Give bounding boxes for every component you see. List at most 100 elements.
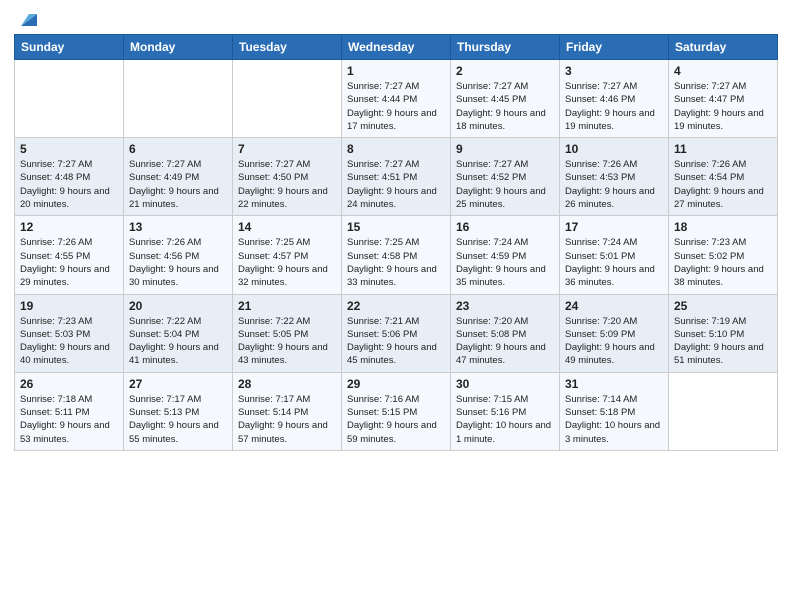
calendar-cell: 30 Sunrise: 7:15 AMSunset: 5:16 PMDayligh… xyxy=(451,372,560,450)
calendar-cell: 16Sunrise: 7:24 AMSunset: 4:59 PMDayligh… xyxy=(451,216,560,294)
day-number: 6 xyxy=(129,142,227,156)
calendar-cell: 7Sunrise: 7:27 AMSunset: 4:50 PMDaylight… xyxy=(233,138,342,216)
day-info: Sunrise: 7:26 AMSunset: 4:56 PMDaylight:… xyxy=(129,236,227,289)
day-info: Sunrise: 7:26 AMSunset: 4:54 PMDaylight:… xyxy=(674,158,772,211)
day-info: Sunrise: 7:27 AMSunset: 4:45 PMDaylight:… xyxy=(456,80,554,133)
day-number: 27 xyxy=(129,377,227,391)
day-number: 20 xyxy=(129,299,227,313)
calendar-cell: 17 Sunrise: 7:24 AMSunset: 5:01 PMDayligh… xyxy=(560,216,669,294)
day-info: Sunrise: 7:23 AMSunset: 5:02 PMDaylight:… xyxy=(674,236,772,289)
calendar-cell: 19Sunrise: 7:23 AMSunset: 5:03 PMDayligh… xyxy=(15,294,124,372)
calendar-cell xyxy=(15,60,124,138)
calendar-cell: 20 Sunrise: 7:22 AMSunset: 5:04 PMDayligh… xyxy=(124,294,233,372)
day-info: Sunrise: 7:22 AMSunset: 5:04 PMDaylight:… xyxy=(129,315,227,368)
day-info: Sunrise: 7:27 AMSunset: 4:44 PMDaylight:… xyxy=(347,80,445,133)
calendar-week-2: 5Sunrise: 7:27 AMSunset: 4:48 PMDaylight… xyxy=(15,138,778,216)
day-info: Sunrise: 7:17 AMSunset: 5:14 PMDaylight:… xyxy=(238,393,336,446)
calendar-week-5: 26Sunrise: 7:18 AMSunset: 5:11 PMDayligh… xyxy=(15,372,778,450)
calendar-cell: 14 Sunrise: 7:25 AMSunset: 4:57 PMDayligh… xyxy=(233,216,342,294)
page: SundayMondayTuesdayWednesdayThursdayFrid… xyxy=(0,0,792,612)
day-info: Sunrise: 7:25 AMSunset: 4:58 PMDaylight:… xyxy=(347,236,445,289)
calendar-cell: 24 Sunrise: 7:20 AMSunset: 5:09 PMDayligh… xyxy=(560,294,669,372)
header xyxy=(14,10,778,26)
day-info: Sunrise: 7:20 AMSunset: 5:08 PMDaylight:… xyxy=(456,315,554,368)
day-info: Sunrise: 7:15 AMSunset: 5:16 PMDaylight:… xyxy=(456,393,554,446)
day-number: 11 xyxy=(674,142,772,156)
day-number: 9 xyxy=(456,142,554,156)
day-info: Sunrise: 7:26 AMSunset: 4:53 PMDaylight:… xyxy=(565,158,663,211)
day-info: Sunrise: 7:24 AMSunset: 5:01 PMDaylight:… xyxy=(565,236,663,289)
day-number: 10 xyxy=(565,142,663,156)
logo-icon xyxy=(15,8,37,30)
calendar-cell: 26Sunrise: 7:18 AMSunset: 5:11 PMDayligh… xyxy=(15,372,124,450)
calendar-week-3: 12Sunrise: 7:26 AMSunset: 4:55 PMDayligh… xyxy=(15,216,778,294)
day-info: Sunrise: 7:26 AMSunset: 4:55 PMDaylight:… xyxy=(20,236,118,289)
day-number: 1 xyxy=(347,64,445,78)
calendar-cell: 23Sunrise: 7:20 AMSunset: 5:08 PMDayligh… xyxy=(451,294,560,372)
weekday-header-sunday: Sunday xyxy=(15,35,124,60)
calendar-cell: 4Sunrise: 7:27 AMSunset: 4:47 PMDaylight… xyxy=(669,60,778,138)
calendar-cell: 2 Sunrise: 7:27 AMSunset: 4:45 PMDaylight… xyxy=(451,60,560,138)
day-info: Sunrise: 7:17 AMSunset: 5:13 PMDaylight:… xyxy=(129,393,227,446)
calendar-cell: 15 Sunrise: 7:25 AMSunset: 4:58 PMDayligh… xyxy=(342,216,451,294)
day-number: 22 xyxy=(347,299,445,313)
calendar-cell: 12Sunrise: 7:26 AMSunset: 4:55 PMDayligh… xyxy=(15,216,124,294)
day-number: 14 xyxy=(238,220,336,234)
day-number: 17 xyxy=(565,220,663,234)
day-number: 24 xyxy=(565,299,663,313)
weekday-header-row: SundayMondayTuesdayWednesdayThursdayFrid… xyxy=(15,35,778,60)
calendar-cell: 28 Sunrise: 7:17 AMSunset: 5:14 PMDayligh… xyxy=(233,372,342,450)
calendar-cell: 10 Sunrise: 7:26 AMSunset: 4:53 PMDayligh… xyxy=(560,138,669,216)
calendar-cell: 3 Sunrise: 7:27 AMSunset: 4:46 PMDaylight… xyxy=(560,60,669,138)
day-number: 7 xyxy=(238,142,336,156)
day-number: 28 xyxy=(238,377,336,391)
day-info: Sunrise: 7:27 AMSunset: 4:48 PMDaylight:… xyxy=(20,158,118,211)
calendar: SundayMondayTuesdayWednesdayThursdayFrid… xyxy=(14,34,778,451)
day-number: 13 xyxy=(129,220,227,234)
calendar-week-1: 1 Sunrise: 7:27 AMSunset: 4:44 PMDaylight… xyxy=(15,60,778,138)
calendar-cell: 5Sunrise: 7:27 AMSunset: 4:48 PMDaylight… xyxy=(15,138,124,216)
day-number: 3 xyxy=(565,64,663,78)
calendar-cell: 6 Sunrise: 7:27 AMSunset: 4:49 PMDaylight… xyxy=(124,138,233,216)
weekday-header-tuesday: Tuesday xyxy=(233,35,342,60)
day-number: 31 xyxy=(565,377,663,391)
calendar-cell: 18 Sunrise: 7:23 AMSunset: 5:02 PMDayligh… xyxy=(669,216,778,294)
day-info: Sunrise: 7:19 AMSunset: 5:10 PMDaylight:… xyxy=(674,315,772,368)
day-number: 29 xyxy=(347,377,445,391)
day-number: 25 xyxy=(674,299,772,313)
day-info: Sunrise: 7:22 AMSunset: 5:05 PMDaylight:… xyxy=(238,315,336,368)
weekday-header-wednesday: Wednesday xyxy=(342,35,451,60)
calendar-cell: 8Sunrise: 7:27 AMSunset: 4:51 PMDaylight… xyxy=(342,138,451,216)
calendar-cell xyxy=(233,60,342,138)
day-number: 4 xyxy=(674,64,772,78)
day-info: Sunrise: 7:20 AMSunset: 5:09 PMDaylight:… xyxy=(565,315,663,368)
day-info: Sunrise: 7:23 AMSunset: 5:03 PMDaylight:… xyxy=(20,315,118,368)
calendar-cell: 1 Sunrise: 7:27 AMSunset: 4:44 PMDaylight… xyxy=(342,60,451,138)
day-number: 30 xyxy=(456,377,554,391)
day-number: 2 xyxy=(456,64,554,78)
day-info: Sunrise: 7:16 AMSunset: 5:15 PMDaylight:… xyxy=(347,393,445,446)
weekday-header-saturday: Saturday xyxy=(669,35,778,60)
calendar-week-4: 19Sunrise: 7:23 AMSunset: 5:03 PMDayligh… xyxy=(15,294,778,372)
calendar-cell: 29 Sunrise: 7:16 AMSunset: 5:15 PMDayligh… xyxy=(342,372,451,450)
day-info: Sunrise: 7:27 AMSunset: 4:52 PMDaylight:… xyxy=(456,158,554,211)
day-number: 8 xyxy=(347,142,445,156)
calendar-cell: 27 Sunrise: 7:17 AMSunset: 5:13 PMDayligh… xyxy=(124,372,233,450)
calendar-cell: 13 Sunrise: 7:26 AMSunset: 4:56 PMDayligh… xyxy=(124,216,233,294)
calendar-cell: 11 Sunrise: 7:26 AMSunset: 4:54 PMDayligh… xyxy=(669,138,778,216)
day-info: Sunrise: 7:14 AMSunset: 5:18 PMDaylight:… xyxy=(565,393,663,446)
day-number: 18 xyxy=(674,220,772,234)
day-info: Sunrise: 7:27 AMSunset: 4:49 PMDaylight:… xyxy=(129,158,227,211)
calendar-cell: 22 Sunrise: 7:21 AMSunset: 5:06 PMDayligh… xyxy=(342,294,451,372)
day-number: 15 xyxy=(347,220,445,234)
day-info: Sunrise: 7:25 AMSunset: 4:57 PMDaylight:… xyxy=(238,236,336,289)
day-info: Sunrise: 7:21 AMSunset: 5:06 PMDaylight:… xyxy=(347,315,445,368)
day-info: Sunrise: 7:18 AMSunset: 5:11 PMDaylight:… xyxy=(20,393,118,446)
day-info: Sunrise: 7:27 AMSunset: 4:46 PMDaylight:… xyxy=(565,80,663,133)
logo xyxy=(14,10,37,26)
calendar-cell xyxy=(124,60,233,138)
calendar-cell xyxy=(669,372,778,450)
weekday-header-friday: Friday xyxy=(560,35,669,60)
weekday-header-thursday: Thursday xyxy=(451,35,560,60)
day-number: 16 xyxy=(456,220,554,234)
